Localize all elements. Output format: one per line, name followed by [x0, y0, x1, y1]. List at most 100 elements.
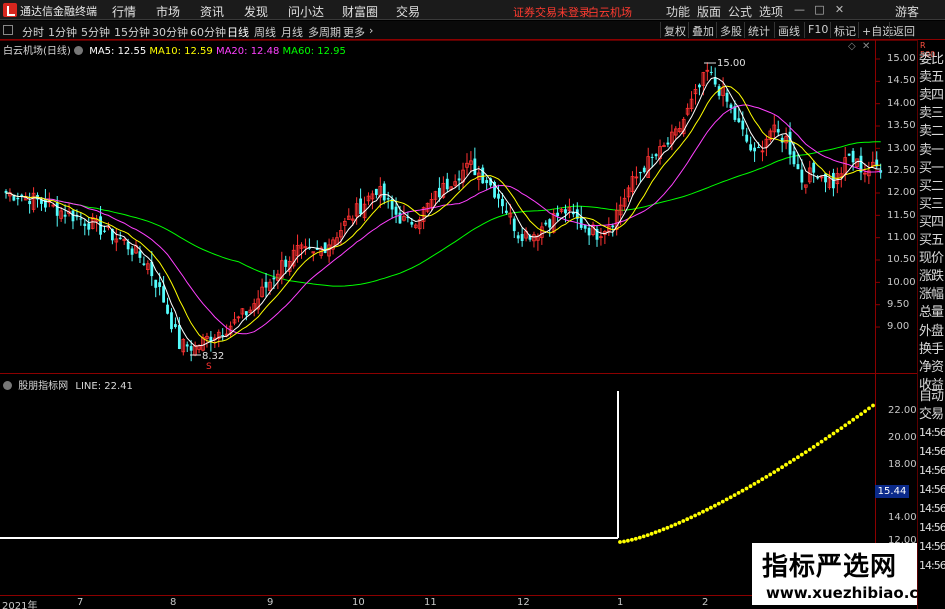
candle-body	[583, 225, 587, 229]
low-price-label: 8.32	[202, 351, 225, 362]
indicator-point	[637, 535, 642, 540]
indicator-point	[653, 530, 658, 535]
indicator-title: 股朋指标网	[18, 381, 69, 392]
candle-body	[757, 147, 760, 149]
quote-item: 14:56	[919, 445, 945, 458]
y-tick: 20.00	[888, 432, 917, 443]
diamond-icon[interactable]: ◇	[848, 41, 856, 52]
candle-body	[666, 142, 670, 145]
indicator-point	[740, 488, 745, 493]
candle-body	[642, 167, 646, 173]
candle-body	[142, 263, 146, 265]
indicator-point	[681, 519, 686, 523]
indicator-point	[799, 452, 804, 457]
indicator-point	[645, 533, 650, 537]
watermark-url: www.xuezhibiao.com	[766, 584, 945, 602]
candle-body	[729, 104, 733, 108]
candle-body	[189, 346, 193, 351]
candle-body	[174, 324, 177, 328]
y-tick: 13.00	[887, 143, 916, 154]
candle-body	[611, 225, 615, 228]
ma60-line	[5, 141, 881, 287]
indicator-point	[744, 486, 749, 491]
candle-body	[638, 172, 642, 174]
x-tick: 12	[517, 597, 530, 608]
ma60g-path	[5, 141, 881, 287]
quote-item: 净资	[919, 359, 944, 375]
ma5-line	[5, 76, 881, 347]
candle-body	[741, 120, 745, 130]
indicator-point	[705, 507, 709, 512]
quote-item: 买四	[919, 214, 944, 230]
quote-item: 交易	[919, 407, 944, 422]
indicator-point	[641, 534, 646, 539]
visibility-eye-icon[interactable]	[74, 46, 83, 55]
quote-item: 14:56	[919, 483, 945, 496]
candle-body	[244, 311, 248, 316]
ma20-label: MA20: 12.48	[215, 46, 280, 57]
candle-body	[520, 233, 524, 242]
candle-body	[386, 198, 390, 200]
close-pane-icon[interactable]: ✕	[862, 41, 870, 52]
indicator-point	[618, 540, 622, 544]
indicator-point	[732, 493, 737, 497]
quote-item: 卖二	[919, 124, 944, 140]
quote-item: 卖一	[919, 142, 944, 158]
indicator-point	[831, 431, 836, 436]
quote-panel: R 500 委比 卖五 卖四 卖三 卖二 卖一 买一 买二 买三 买四 买五 现价 涨跌 涨幅 总量 外盘 换手…	[917, 40, 945, 609]
candle-body	[504, 210, 508, 213]
candle-body	[485, 180, 489, 184]
y-tick: 15.00	[887, 53, 916, 64]
candle-body	[118, 237, 122, 240]
indicator-point	[673, 522, 678, 527]
indicator-point	[788, 460, 792, 465]
indicator-point	[633, 536, 638, 541]
kline-chart[interactable]	[0, 0, 917, 609]
candle-body	[359, 198, 362, 215]
indicator-point	[855, 415, 860, 419]
x-tick: 8	[170, 597, 177, 608]
sell-marker: S	[206, 362, 212, 372]
x-tick: 9	[267, 597, 274, 608]
stock-title: 白云机场(日线)	[3, 46, 71, 57]
quote-item: 14:56	[919, 559, 945, 572]
indicator-point	[677, 520, 682, 525]
candle-body	[749, 144, 753, 151]
indicator-point	[776, 467, 780, 472]
quote-item: 卖四	[919, 88, 944, 104]
candle-body	[780, 137, 784, 143]
high-price-label: 15.00	[717, 58, 746, 69]
candle-body	[185, 344, 189, 347]
x-tick: 11	[424, 597, 437, 608]
candle-body	[548, 219, 552, 228]
ma20g-path	[5, 104, 881, 335]
indicator-point	[811, 445, 816, 449]
sub-chart-legend: 股朋指标网 LINE: 22.41	[3, 377, 133, 392]
quote-item: 卖五	[919, 70, 944, 86]
candle-body	[445, 178, 449, 190]
visibility-eye-icon[interactable]	[3, 381, 12, 390]
y-tick: 22.00	[888, 405, 917, 416]
candle-body	[410, 222, 414, 225]
y-tick: 12.50	[887, 165, 916, 176]
ma10-line	[5, 85, 881, 344]
indicator-point	[716, 501, 721, 506]
y-tick: 18.00	[888, 459, 917, 470]
indicator-point	[839, 426, 844, 430]
quote-item: 14:56	[919, 502, 945, 515]
quote-item: 买五	[919, 233, 944, 248]
quote-item: 买二	[919, 178, 944, 194]
quote-item: 涨跌	[919, 269, 944, 285]
candle-body	[650, 156, 654, 158]
candle-body	[170, 312, 173, 330]
x-tick: 10	[352, 597, 365, 608]
indicator-point	[713, 503, 717, 508]
indicator-point	[863, 409, 867, 414]
quote-item: 外盘	[919, 323, 944, 339]
indicator-line-label: LINE: 22.41	[75, 381, 133, 392]
indicator-point	[843, 423, 848, 428]
candle-body	[654, 154, 658, 157]
y-tick: 13.50	[887, 120, 916, 131]
candle-body	[438, 187, 441, 198]
y-tick: 12.00	[887, 187, 916, 198]
